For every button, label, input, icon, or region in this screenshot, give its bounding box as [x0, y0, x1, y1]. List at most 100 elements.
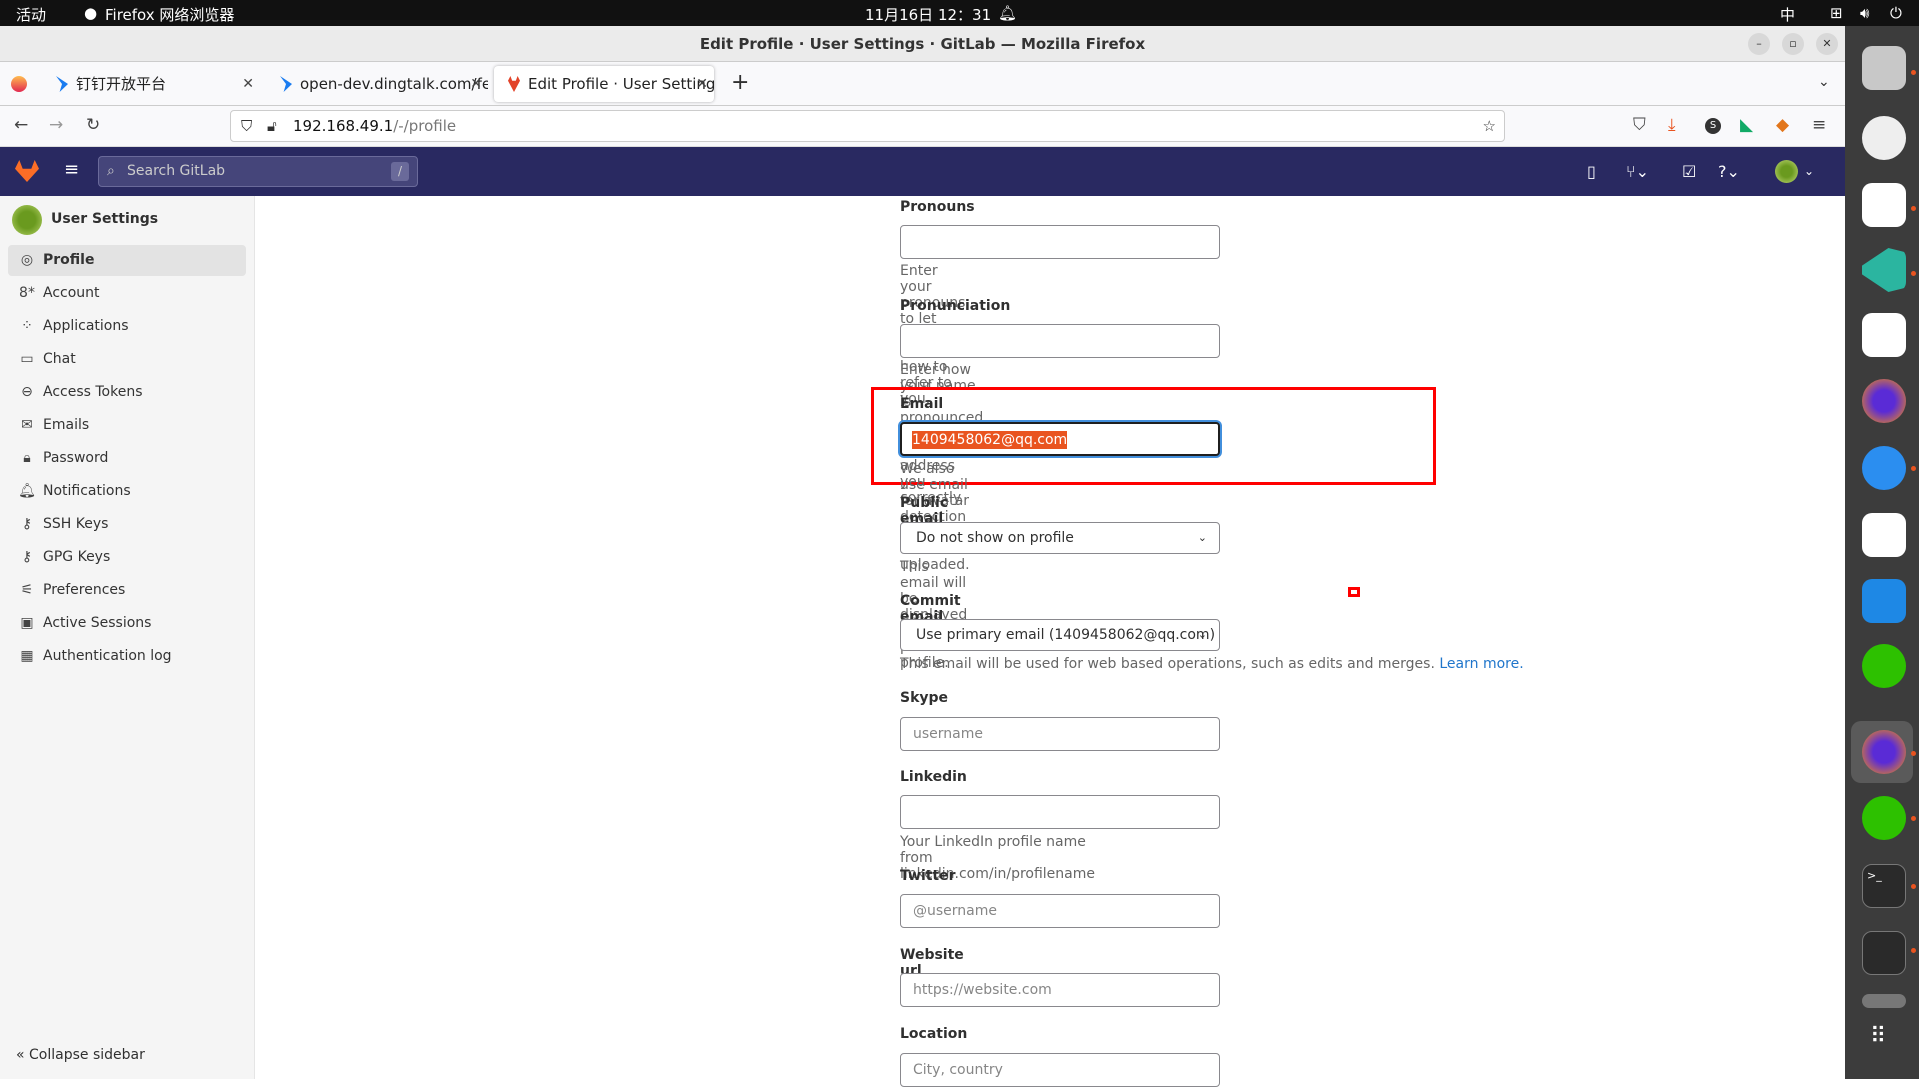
firefox-active-app-icon[interactable]	[1862, 730, 1906, 774]
tab-edit-profile[interactable]: Edit Profile · User Settings ✕	[494, 66, 714, 102]
wechat-app-icon[interactable]	[1862, 644, 1906, 688]
linkedin-label: Linkedin	[900, 769, 967, 785]
location-input[interactable]: City, country	[900, 1053, 1220, 1087]
email-input[interactable]: 1409458062@qq.com	[900, 422, 1220, 456]
gitlab-icon	[508, 76, 520, 92]
commit-email-select[interactable]: Use primary email (1409458062@qq.com) ⌄	[900, 619, 1220, 651]
sidebar-item-label: Preferences	[43, 582, 126, 598]
sidebar-item-access-tokens[interactable]: ⊖ Access Tokens	[8, 377, 246, 408]
activities-button[interactable]: 活动	[16, 4, 46, 25]
twitter-input[interactable]: @username	[900, 894, 1220, 928]
pronunciation-label: Pronunciation	[900, 298, 1011, 314]
skype-label: Skype	[900, 690, 949, 706]
dbeaver-app-icon[interactable]	[1862, 513, 1906, 557]
files-app-icon[interactable]	[1862, 46, 1906, 90]
restore-button[interactable]: ▫	[1782, 33, 1804, 55]
tab-open-dev[interactable]: open-dev.dingtalk.com/fe ✕	[266, 66, 488, 102]
extension-s-icon[interactable]: S	[1705, 118, 1721, 134]
shield-icon[interactable]: ⛉	[241, 111, 252, 141]
back-button[interactable]: ←	[14, 115, 28, 135]
sidebar-item-gpg-keys[interactable]: ⚷ GPG Keys	[8, 542, 246, 573]
key-icon: ⚷	[21, 516, 33, 532]
tab-dingtalk[interactable]: 钉钉开放平台 ✕	[42, 66, 260, 102]
help-icon[interactable]: ?⌄	[1718, 162, 1740, 181]
sidebar-item-emails[interactable]: ✉ Emails	[8, 410, 246, 441]
menu-icon[interactable]: ≡	[1812, 115, 1826, 135]
sidebar-item-authentication-log[interactable]: ▦ Authentication log	[8, 641, 246, 672]
url-bar[interactable]: ⛉ 🔓︎ 192.168.49.1/-/profile ☆	[230, 110, 1505, 142]
tab-close-button[interactable]: ✕	[242, 66, 254, 102]
bell-icon: 🔔︎	[18, 483, 36, 499]
minimize-button[interactable]: –	[1748, 33, 1770, 55]
chevron-down-icon: ⌄	[1197, 628, 1207, 641]
metamask-icon[interactable]: ◆	[1776, 115, 1789, 135]
sidebar-item-chat[interactable]: ▭ Chat	[8, 344, 246, 375]
downloads-icon[interactable]: ⤓	[1668, 115, 1676, 135]
collapse-sidebar-button[interactable]: « Collapse sidebar	[16, 1047, 145, 1063]
url-host: 192.168.49.1	[293, 117, 394, 135]
pronouns-input[interactable]	[900, 225, 1220, 259]
system-monitor-app-icon[interactable]	[1862, 931, 1906, 975]
learn-more-link[interactable]: Learn more.	[1439, 656, 1523, 672]
public-email-select[interactable]: Do not show on profile ⌄	[900, 522, 1220, 554]
reload-button[interactable]: ↻	[86, 115, 100, 135]
sidebar-item-applications[interactable]: ⁘ Applications	[8, 311, 246, 342]
clock[interactable]: 11月16日 12：31	[865, 4, 991, 25]
search-icon: ⌕	[107, 163, 115, 179]
kugou-app-icon[interactable]	[1862, 579, 1906, 623]
feishu-app-icon[interactable]	[1862, 183, 1906, 227]
chevron-down-icon: ⌄	[1197, 531, 1207, 544]
sidebar-item-preferences[interactable]: ⚟ Preferences	[8, 575, 246, 606]
issues-icon[interactable]: ▯	[1587, 162, 1596, 181]
tab-close-button[interactable]: ✕	[696, 66, 708, 102]
todo-icon[interactable]: ☑	[1682, 162, 1696, 181]
drawing-app-icon[interactable]	[1862, 313, 1906, 357]
volume-icon[interactable]: 🔊︎	[1860, 4, 1869, 22]
firefox-view-icon[interactable]	[11, 76, 27, 92]
linkedin-input[interactable]	[900, 795, 1220, 829]
trash-app-icon[interactable]	[1862, 994, 1906, 1008]
vscode-app-icon[interactable]	[1862, 248, 1906, 292]
bookmark-star-icon[interactable]: ☆	[1483, 111, 1496, 141]
extension-icon[interactable]: ◣	[1740, 115, 1753, 135]
sidebar-item-active-sessions[interactable]: ▣ Active Sessions	[8, 608, 246, 639]
search-input[interactable]: ⌕ Search GitLab /	[98, 156, 418, 187]
settings-app-icon[interactable]	[1862, 116, 1906, 160]
merge-requests-icon[interactable]: ⑂⌄	[1626, 162, 1649, 181]
hamburger-menu-icon[interactable]: ≡	[64, 159, 79, 180]
forward-button[interactable]: →	[49, 115, 63, 135]
location-label: Location	[900, 1026, 968, 1042]
sidebar-item-ssh-keys[interactable]: ⚷ SSH Keys	[8, 509, 246, 540]
email-value-selected: 1409458062@qq.com	[912, 431, 1068, 449]
sidebar-item-notifications[interactable]: 🔔︎ Notifications	[8, 476, 246, 507]
sidebar-item-profile[interactable]: ◎ Profile	[8, 245, 246, 276]
chevron-down-icon[interactable]: ⌄	[1804, 164, 1814, 178]
tab-label: open-dev.dingtalk.com/fe	[300, 75, 488, 93]
sidebar-item-label: GPG Keys	[43, 549, 111, 565]
ime-indicator[interactable]: 中	[1780, 4, 1795, 25]
tab-close-button[interactable]: ✕	[470, 66, 482, 102]
insecure-lock-icon[interactable]: 🔓︎	[267, 111, 277, 141]
active-app-name[interactable]: Firefox 网络浏览器	[105, 4, 234, 25]
sidebar-title[interactable]: User Settings	[51, 211, 158, 227]
show-apps-grid-icon[interactable]: ⠿	[1870, 1024, 1888, 1049]
bell-icon[interactable]: 🔔︎	[998, 4, 1017, 22]
window-title: Edit Profile · User Settings · GitLab — …	[699, 35, 1146, 53]
user-avatar[interactable]	[1775, 160, 1798, 183]
terminal-app-icon[interactable]: >_	[1862, 864, 1906, 908]
network-icon[interactable]: ⊞	[1830, 4, 1843, 22]
dingtalk-app-icon[interactable]	[1862, 446, 1906, 490]
skype-input[interactable]: username	[900, 717, 1220, 751]
sidebar-item-password[interactable]: 🔒︎ Password	[8, 443, 246, 474]
pronunciation-input[interactable]	[900, 324, 1220, 358]
pocket-icon[interactable]: ⛉	[1633, 115, 1646, 135]
website-input[interactable]: https://website.com	[900, 973, 1220, 1007]
close-window-button[interactable]: ✕	[1816, 33, 1838, 55]
new-tab-button[interactable]: +	[731, 70, 749, 95]
firefox-app-icon[interactable]	[1862, 379, 1906, 423]
sidebar-item-account[interactable]: 8* Account	[8, 278, 246, 309]
list-tabs-chevron-icon[interactable]: ⌄	[1818, 74, 1830, 90]
gitlab-logo[interactable]	[15, 160, 39, 182]
power-icon[interactable]: ⏻	[1890, 4, 1902, 22]
wechat-app-icon-2[interactable]	[1862, 796, 1906, 840]
